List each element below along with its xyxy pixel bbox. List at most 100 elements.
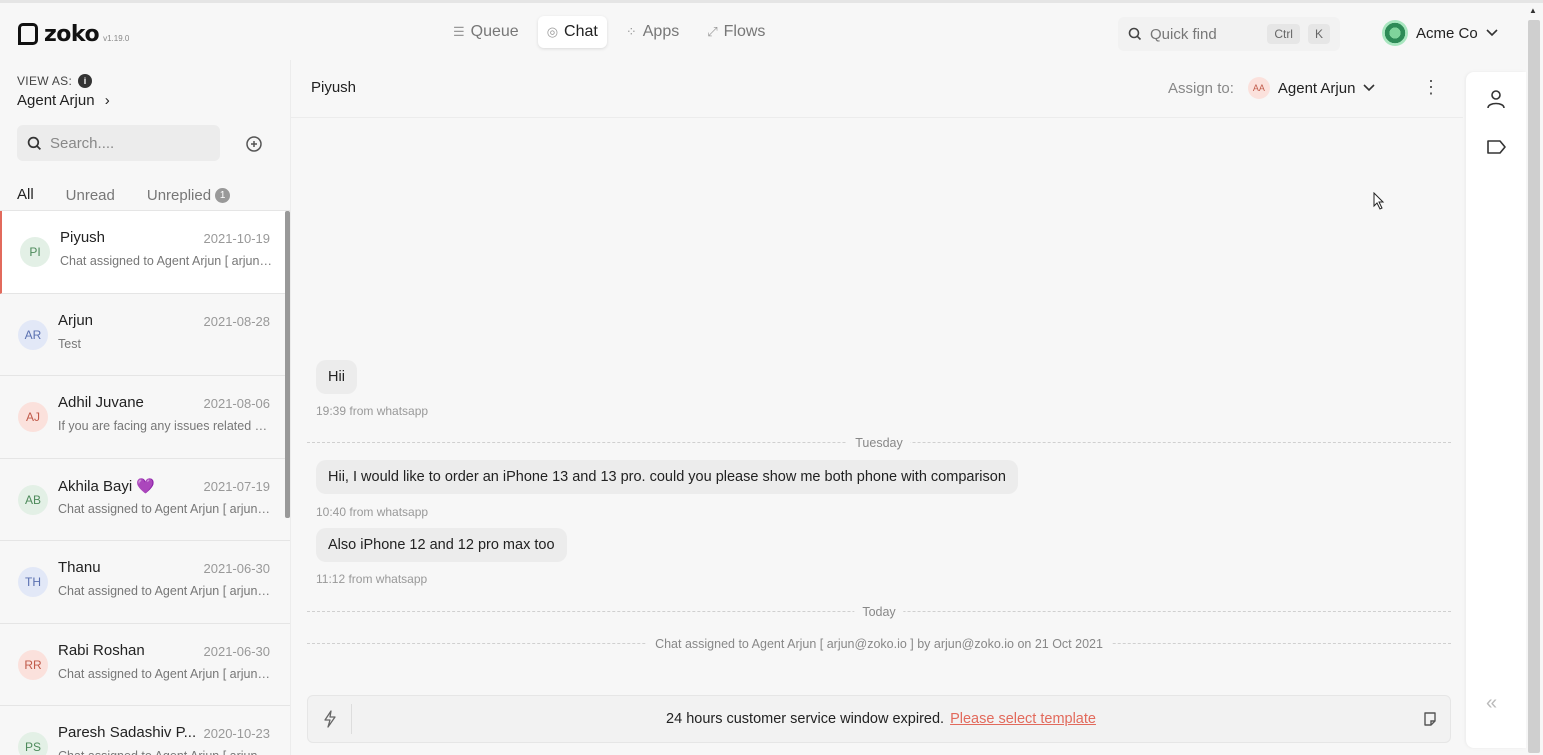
apps-icon: ⁘ bbox=[625, 24, 637, 39]
queue-icon: ☰ bbox=[453, 24, 465, 39]
date-divider-label: Tuesday bbox=[847, 436, 911, 450]
view-as-text: VIEW AS: bbox=[17, 74, 73, 88]
contact-name[interactable]: Piyush bbox=[311, 79, 356, 96]
chat-list-item[interactable]: RR Rabi Roshan 2021-06-30 Chat assigned to … bbox=[0, 624, 290, 706]
tab-unreplied[interactable]: Unreplied 1 bbox=[139, 184, 238, 213]
message-bubble[interactable]: Hii, I would like to order an iPhone 13 … bbox=[316, 460, 1018, 494]
chat-sidebar: VIEW AS: i Agent Arjun › All Unread Unre… bbox=[0, 60, 290, 755]
view-as-agent-name: Agent Arjun bbox=[17, 92, 95, 109]
avatar: RR bbox=[18, 649, 48, 680]
nav-chat[interactable]: ◎ Chat bbox=[537, 16, 607, 48]
shortcut-ctrl: Ctrl bbox=[1267, 24, 1300, 44]
nav-queue-label: Queue bbox=[470, 23, 519, 40]
account-logo-icon bbox=[1382, 20, 1408, 46]
tab-unreplied-label: Unreplied bbox=[146, 187, 212, 204]
shortcut-k: K bbox=[1307, 24, 1330, 44]
brand-name: zoko bbox=[44, 22, 100, 47]
assignee-avatar: AA bbox=[1247, 77, 1270, 99]
avatar: PS bbox=[18, 732, 48, 755]
chat-date: 2021-06-30 bbox=[203, 561, 271, 576]
chat-contact-name: Akhila Bayi 💜 bbox=[58, 477, 156, 495]
quick-find-label: Quick find bbox=[1150, 25, 1217, 43]
system-note: Chat assigned to Agent Arjun [ arjun@zok… bbox=[307, 637, 1451, 651]
avatar: AB bbox=[18, 484, 48, 515]
lightning-icon bbox=[323, 710, 336, 728]
message-meta: 10:40 from whatsapp bbox=[316, 505, 429, 519]
chat-date: 2021-07-19 bbox=[203, 478, 271, 494]
nav-chat-label: Chat bbox=[564, 23, 598, 40]
account-menu[interactable]: Acme Co bbox=[1382, 20, 1498, 46]
composer-notice: 24 hours customer service window expired… bbox=[352, 711, 1410, 727]
assign-dropdown[interactable]: Assign to: AA Agent Arjun bbox=[1168, 77, 1376, 99]
chat-preview: Test bbox=[58, 336, 81, 351]
flows-icon: ⤢ bbox=[707, 24, 718, 39]
search-box[interactable] bbox=[17, 125, 220, 161]
nav-flows[interactable]: ⤢ Flows bbox=[698, 16, 774, 48]
mouse-cursor-icon bbox=[1373, 192, 1385, 210]
nav-apps[interactable]: ⁘ Apps bbox=[617, 16, 688, 48]
tab-all-label: All bbox=[17, 186, 34, 203]
chat-date: 2021-06-30 bbox=[203, 643, 271, 659]
right-action-panel: « bbox=[1466, 72, 1526, 748]
scroll-up-icon[interactable]: ▲ bbox=[1529, 6, 1537, 15]
select-template-link[interactable]: Please select template bbox=[950, 711, 1096, 727]
chat-list-item[interactable]: PI Piyush 2021-10-19 Chat assigned to Agent… bbox=[0, 211, 290, 294]
chat-preview: If you are facing any issues related to … bbox=[58, 419, 270, 433]
conversation-header: Piyush Assign to: AA Agent Arjun ⋮ bbox=[291, 60, 1463, 118]
app-version: v1.19.0 bbox=[103, 34, 130, 43]
collapse-panel-icon[interactable]: « bbox=[1486, 692, 1497, 715]
nav-flows-label: Flows bbox=[723, 23, 766, 40]
search-icon bbox=[1128, 27, 1142, 41]
contact-profile-button[interactable] bbox=[1485, 88, 1507, 110]
chat-list-item[interactable]: AJ Adhil Juvane 2021-08-06 If you are facin… bbox=[0, 376, 290, 459]
chat-list-item[interactable]: AB Akhila Bayi 💜 2021-07-19 Chat assigned t… bbox=[0, 459, 290, 541]
message-bubble[interactable]: Hii bbox=[316, 360, 357, 394]
account-name: Acme Co bbox=[1416, 24, 1478, 42]
top-bar: zoko v1.19.0 ☰ Queue ◎ Chat ⁘ Apps ⤢ Flo… bbox=[0, 0, 1543, 60]
quick-find[interactable]: Quick find Ctrl K bbox=[1118, 17, 1340, 51]
chat-list-item[interactable]: TH Thanu 2021-06-30 Chat assigned to Agent … bbox=[0, 541, 290, 624]
search-input[interactable] bbox=[50, 134, 200, 152]
chevron-down-icon bbox=[1486, 29, 1498, 37]
info-icon[interactable]: i bbox=[78, 74, 93, 88]
chat-list-item[interactable]: AR Arjun 2021-08-28 Test bbox=[0, 294, 290, 376]
nav-queue[interactable]: ☰ Queue bbox=[444, 16, 528, 48]
tab-unread[interactable]: Unread bbox=[58, 184, 123, 213]
logo-bubble-icon bbox=[18, 23, 38, 45]
user-icon bbox=[1487, 90, 1505, 109]
chevron-right-icon: › bbox=[104, 92, 110, 109]
chat-contact-name: Arjun bbox=[58, 311, 94, 329]
avatar: AJ bbox=[18, 402, 48, 432]
tags-button[interactable] bbox=[1485, 136, 1507, 158]
conversation-panel: Piyush Assign to: AA Agent Arjun ⋮ Hii 1… bbox=[290, 60, 1463, 755]
tab-unread-label: Unread bbox=[65, 187, 115, 204]
chat-preview: Chat assigned to Agent Arjun [ arjun@zok… bbox=[58, 749, 270, 755]
chat-preview: Chat assigned to Agent Arjun [ arjun@zok… bbox=[58, 501, 270, 516]
message-bubble[interactable]: Also iPhone 12 and 12 pro max too bbox=[316, 528, 567, 562]
date-divider: Today bbox=[307, 605, 1451, 619]
chat-preview: Chat assigned to Agent Arjun [ arjun@zok… bbox=[58, 666, 270, 681]
notes-button[interactable] bbox=[1410, 711, 1450, 727]
note-icon bbox=[1424, 712, 1436, 726]
new-chat-button[interactable] bbox=[238, 130, 270, 158]
chevron-down-icon bbox=[1363, 84, 1376, 92]
search-icon bbox=[27, 136, 41, 150]
tab-all[interactable]: All bbox=[9, 184, 42, 213]
more-options-icon[interactable]: ⋮ bbox=[1422, 77, 1440, 98]
chat-contact-name: Thanu bbox=[58, 559, 101, 576]
chat-list-item[interactable]: PS Paresh Sadashiv P... 2020-10-23 Chat ass… bbox=[0, 706, 290, 755]
chat-filter-tabs: All Unread Unreplied 1 bbox=[9, 184, 254, 213]
chat-date: 2021-08-28 bbox=[203, 313, 271, 329]
brand-logo[interactable]: zoko v1.19.0 bbox=[18, 19, 129, 47]
page-scrollbar[interactable] bbox=[1528, 20, 1540, 753]
chat-contact-name: Piyush bbox=[60, 229, 106, 246]
view-as-agent-selector[interactable]: Agent Arjun › bbox=[17, 92, 110, 109]
message-composer: 24 hours customer service window expired… bbox=[307, 695, 1451, 743]
system-note-text: Chat assigned to Agent Arjun [ arjun@zok… bbox=[647, 637, 1111, 651]
avatar: PI bbox=[20, 237, 50, 267]
chat-date: 2020-10-23 bbox=[203, 726, 271, 741]
main-nav: ☰ Queue ◎ Chat ⁘ Apps ⤢ Flows bbox=[444, 16, 774, 48]
quick-reply-button[interactable] bbox=[308, 704, 352, 734]
unreplied-count-badge: 1 bbox=[215, 188, 231, 203]
avatar: AR bbox=[18, 319, 48, 350]
